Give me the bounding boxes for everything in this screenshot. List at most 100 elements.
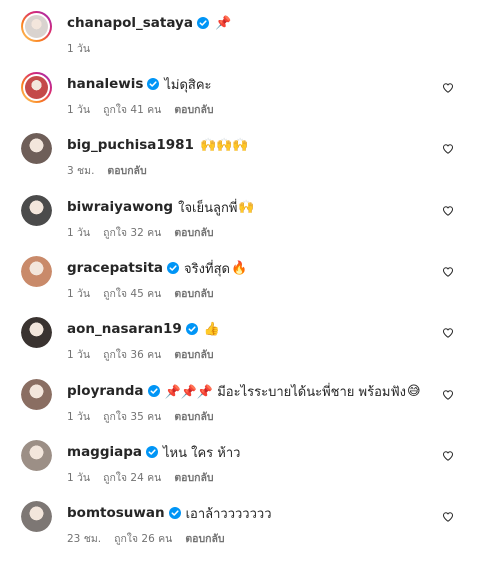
comment-time[interactable]: 1 วัน: [67, 285, 90, 302]
username-link[interactable]: hanalewis: [67, 76, 143, 92]
verified-badge-icon: [185, 323, 198, 335]
comment-meta: 1 วัน ถูกใจ 24 คน ตอบกลับ: [67, 469, 227, 486]
comment-time[interactable]: 1 วัน: [67, 40, 90, 57]
comment-body: biwraiyawong ใจเย็นลูกพี่ 🙌: [67, 197, 255, 217]
avatar-image: [21, 133, 52, 164]
comment-body: bomtosuwan เอาล้าววววววว: [67, 503, 273, 523]
like-count[interactable]: ถูกใจ 35 คน: [103, 408, 161, 425]
avatar[interactable]: [21, 195, 52, 226]
comment-text-content: 📌📌📌 มีอะไรระบายได้นะพี่ชาย พร้อมฟัง: [164, 384, 407, 400]
comment-text-content: ไหน ใคร ห้าว: [163, 445, 241, 461]
comment-time[interactable]: 1 วัน: [67, 101, 90, 118]
comment-time[interactable]: 1 วัน: [67, 469, 90, 486]
comment-body: chanapol_sataya 📌: [67, 13, 231, 33]
username-link[interactable]: biwraiyawong: [67, 199, 173, 215]
comment-item: big_puchisa1981 🙌🙌🙌 3 ชม. ตอบกลับ: [0, 133, 487, 193]
comment-text: 👍: [203, 322, 220, 337]
like-count[interactable]: ถูกใจ 41 คน: [103, 101, 161, 118]
verified-badge-icon: [167, 262, 180, 274]
username-link[interactable]: aon_nasaran19: [67, 321, 182, 337]
comment-item: ployranda 📌📌📌 มีอะไรระบายได้นะพี่ชาย พร้อ…: [0, 379, 487, 439]
reply-button[interactable]: ตอบกลับ: [185, 530, 224, 547]
comment-item: maggiapa ไหน ใคร ห้าว 1 วัน ถูกใจ 24 คน ตอบก…: [0, 440, 487, 500]
avatar[interactable]: [21, 72, 52, 103]
reply-button[interactable]: ตอบกลับ: [107, 162, 146, 179]
heart-outline-icon[interactable]: [442, 327, 454, 339]
avatar[interactable]: [21, 440, 52, 471]
comment-item: hanalewis ไม่ดุสิคะ 1 วัน ถูกใจ 41 คน ตอบกลั…: [0, 72, 487, 132]
heart-outline-icon[interactable]: [442, 82, 454, 94]
reply-button[interactable]: ตอบกลับ: [174, 408, 213, 425]
avatar[interactable]: [21, 317, 52, 348]
comment-meta: 1 วัน ถูกใจ 35 คน ตอบกลับ: [67, 408, 227, 425]
comment-time[interactable]: 1 วัน: [67, 224, 90, 241]
username-link[interactable]: ployranda: [67, 383, 144, 399]
comment-text-content: เอาล้าววววววว: [185, 506, 272, 522]
comment-body: big_puchisa1981 🙌🙌🙌: [67, 135, 249, 155]
comment-meta: 1 วัน ถูกใจ 45 คน ตอบกลับ: [67, 285, 227, 302]
reply-button[interactable]: ตอบกลับ: [174, 224, 213, 241]
comment-text: เอาล้าววววววว: [186, 503, 273, 524]
heart-outline-icon[interactable]: [442, 266, 454, 278]
heart-outline-icon[interactable]: [442, 450, 454, 462]
comment-text-content: จริงที่สุด: [184, 261, 230, 277]
avatar-image: [21, 501, 52, 532]
avatar-image: [25, 76, 48, 99]
avatar[interactable]: [21, 256, 52, 287]
comment-text: จริงที่สุด 🔥: [184, 258, 247, 279]
username-link[interactable]: bomtosuwan: [67, 505, 165, 521]
heart-outline-icon[interactable]: [442, 205, 454, 217]
verified-badge-icon: [146, 446, 159, 458]
comment-text: 📌: [214, 16, 231, 31]
comment-body: gracepatsita จริงที่สุด 🔥: [67, 258, 247, 278]
comment-body: maggiapa ไหน ใคร ห้าว: [67, 442, 241, 462]
username-link[interactable]: chanapol_sataya: [67, 15, 193, 31]
like-count[interactable]: ถูกใจ 32 คน: [103, 224, 161, 241]
comment-time[interactable]: 1 วัน: [67, 408, 90, 425]
reply-button[interactable]: ตอบกลับ: [174, 101, 213, 118]
comment-item: biwraiyawong ใจเย็นลูกพี่ 🙌 1 วัน ถูกใจ 32 ค…: [0, 195, 487, 255]
comment-body: ployranda 📌📌📌 มีอะไรระบายได้นะพี่ชาย พร้อ…: [67, 381, 421, 401]
verified-badge-icon: [168, 507, 181, 519]
comment-item: gracepatsita จริงที่สุด 🔥 1 วัน ถูกใจ 45 คน ต…: [0, 256, 487, 316]
heart-outline-icon[interactable]: [442, 389, 454, 401]
username-link[interactable]: big_puchisa1981: [67, 137, 194, 153]
avatar-image: [25, 15, 48, 38]
username-link[interactable]: gracepatsita: [67, 260, 163, 276]
comment-text-content: ใจเย็นลูกพี่: [178, 200, 238, 216]
avatar-image: [21, 256, 52, 287]
avatar[interactable]: [21, 11, 52, 42]
avatar[interactable]: [21, 133, 52, 164]
avatar-image: [21, 379, 52, 410]
comment-emoji: 📌: [214, 15, 232, 31]
comment-text: ใจเย็นลูกพี่ 🙌: [178, 197, 255, 218]
comment-meta: 1 วัน ถูกใจ 41 คน ตอบกลับ: [67, 101, 227, 118]
like-count[interactable]: ถูกใจ 45 คน: [103, 285, 161, 302]
reply-button[interactable]: ตอบกลับ: [174, 469, 213, 486]
comment-time[interactable]: 3 ชม.: [67, 162, 94, 179]
comment-emoji: 🙌🙌🙌: [199, 137, 249, 153]
comment-text-content: ไม่ดุสิคะ: [164, 77, 212, 93]
like-count[interactable]: ถูกใจ 24 คน: [103, 469, 161, 486]
reply-button[interactable]: ตอบกลับ: [174, 285, 213, 302]
heart-outline-icon[interactable]: [442, 511, 454, 523]
comment-meta: 1 วัน ถูกใจ 36 คน ตอบกลับ: [67, 346, 227, 363]
verified-badge-icon: [196, 17, 209, 29]
comment-meta: 1 วัน: [67, 40, 103, 57]
like-count[interactable]: ถูกใจ 26 คน: [114, 530, 172, 547]
verified-badge-icon: [147, 385, 160, 397]
comment-emoji: 🙌: [238, 199, 255, 215]
comment-text: ไหน ใคร ห้าว: [163, 442, 241, 463]
heart-outline-icon[interactable]: [442, 143, 454, 155]
avatar[interactable]: [21, 379, 52, 410]
comment-emoji: 😅: [407, 383, 421, 399]
comment-time[interactable]: 23 ชม.: [67, 530, 101, 547]
username-link[interactable]: maggiapa: [67, 444, 142, 460]
avatar-image: [21, 317, 52, 348]
like-count[interactable]: ถูกใจ 36 คน: [103, 346, 161, 363]
reply-button[interactable]: ตอบกลับ: [174, 346, 213, 363]
avatar-image: [21, 440, 52, 471]
comment-time[interactable]: 1 วัน: [67, 346, 90, 363]
avatar[interactable]: [21, 501, 52, 532]
comment-meta: 23 ชม. ถูกใจ 26 คน ตอบกลับ: [67, 530, 238, 547]
